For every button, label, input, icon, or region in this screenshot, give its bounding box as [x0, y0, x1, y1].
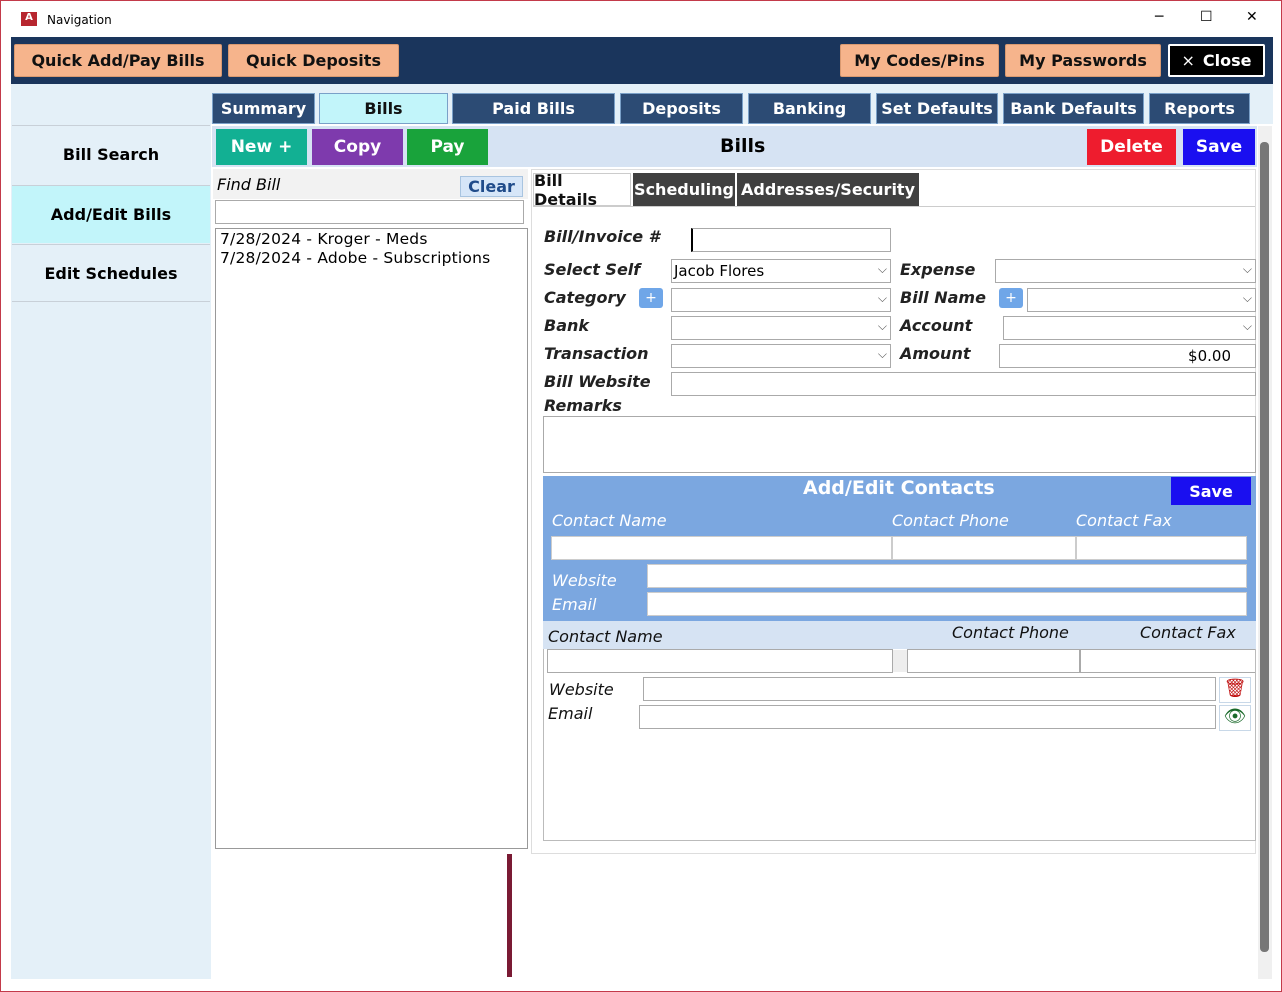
sidebar-item-bill-search[interactable]: Bill Search — [12, 125, 210, 183]
header-bar: Quick Add/Pay Bills Quick Deposits My Co… — [11, 37, 1273, 84]
bill-name-dropdown[interactable] — [1027, 287, 1256, 312]
list-contact-phone[interactable] — [907, 649, 1080, 673]
expense-label: Expense — [900, 260, 976, 279]
list-website-label: Website — [549, 680, 614, 699]
select-self-label: Select Self — [544, 260, 641, 279]
pay-button[interactable]: Pay — [407, 129, 488, 165]
tab-banking[interactable]: Banking — [748, 93, 871, 124]
bank-dropdown[interactable] — [671, 315, 891, 340]
select-self-dropdown[interactable]: Jacob Flores — [671, 258, 891, 283]
bill-website-input[interactable] — [671, 372, 1256, 396]
sidebar-item-add-edit-bills[interactable]: Add/Edit Bills — [12, 185, 210, 243]
contact-email-input[interactable] — [647, 592, 1247, 616]
save-contact-button[interactable]: Save — [1171, 477, 1251, 505]
clear-button[interactable]: Clear — [460, 176, 523, 197]
quick-add-pay-bills-button[interactable]: Quick Add/Pay Bills — [14, 44, 222, 77]
page-title: Bills — [720, 135, 766, 157]
account-label: Account — [900, 316, 973, 335]
bank-label: Bank — [544, 316, 590, 335]
vertical-scrollbar[interactable] — [1258, 126, 1272, 979]
quick-deposits-button[interactable]: Quick Deposits — [228, 44, 399, 77]
contact-email-label: Email — [552, 595, 597, 614]
tab-bills[interactable]: Bills — [319, 93, 448, 124]
category-label: Category — [544, 288, 626, 307]
close-label: Close — [1202, 51, 1252, 70]
view-contact-icon[interactable]: 👁 — [1219, 705, 1251, 731]
maximize-button[interactable]: ☐ — [1200, 9, 1213, 25]
row-spacer — [893, 650, 907, 672]
bill-website-label: Bill Website — [544, 372, 651, 391]
delete-button[interactable]: Delete — [1087, 129, 1176, 165]
bill-list[interactable]: 7/28/2024 - Kroger - Meds 7/28/2024 - Ad… — [215, 228, 528, 849]
sidebar-item-edit-schedules[interactable]: Edit Schedules — [12, 244, 210, 302]
list-contact-fax-label: Contact Fax — [1140, 623, 1236, 642]
contact-phone-label: Contact Phone — [892, 511, 1009, 530]
list-contact-fax[interactable] — [1080, 649, 1256, 673]
new-button[interactable]: New + — [216, 129, 307, 165]
window-title: Navigation — [47, 13, 112, 27]
list-contact-phone-label: Contact Phone — [952, 623, 1069, 642]
scrollbar-thumb[interactable] — [1260, 142, 1269, 952]
splitter-bar[interactable] — [507, 854, 512, 977]
amount-input[interactable]: $0.00 — [999, 344, 1256, 368]
invoice-input[interactable] — [691, 228, 891, 252]
transaction-dropdown[interactable] — [671, 343, 891, 368]
my-codes-pins-button[interactable]: My Codes/Pins — [840, 44, 999, 77]
tab-reports[interactable]: Reports — [1149, 93, 1250, 124]
list-email-input[interactable] — [639, 705, 1216, 729]
contact-name-label: Contact Name — [552, 511, 667, 530]
copy-button[interactable]: Copy — [312, 129, 403, 165]
list-contact-name-label: Contact Name — [548, 627, 663, 646]
close-button[interactable]: × Close — [1168, 44, 1265, 77]
contact-fax-input[interactable] — [1076, 536, 1247, 560]
invoice-label: Bill/Invoice # — [544, 227, 660, 246]
category-dropdown[interactable] — [671, 287, 891, 312]
list-email-label: Email — [548, 704, 593, 723]
find-bill-label: Find Bill — [217, 175, 281, 194]
bill-name-label: Bill Name — [900, 288, 986, 307]
list-item[interactable]: 7/28/2024 - Adobe - Subscriptions — [220, 249, 523, 268]
contacts-title: Add/Edit Contacts — [803, 477, 995, 499]
subtab-addresses-security[interactable]: Addresses/Security — [737, 173, 919, 206]
contact-fax-label: Contact Fax — [1076, 511, 1172, 530]
remarks-input[interactable] — [543, 416, 1256, 473]
delete-contact-icon[interactable]: 🗑 — [1219, 677, 1251, 703]
list-website-input[interactable] — [643, 677, 1216, 701]
access-app-icon: A — [21, 12, 37, 26]
add-bill-name-button[interactable]: + — [999, 288, 1023, 308]
add-category-button[interactable]: + — [639, 288, 663, 308]
app-window: A Navigation ─ ☐ ✕ Quick Add/Pay Bills Q… — [0, 0, 1282, 992]
tab-paid-bills[interactable]: Paid Bills — [452, 93, 615, 124]
remarks-label: Remarks — [544, 396, 622, 415]
contact-name-input[interactable] — [551, 536, 892, 560]
find-bill-input[interactable] — [215, 200, 524, 224]
tab-summary[interactable]: Summary — [212, 93, 315, 124]
close-icon: × — [1181, 51, 1195, 70]
minimize-button[interactable]: ─ — [1155, 9, 1163, 25]
account-dropdown[interactable] — [1003, 315, 1256, 340]
subtab-bill-details[interactable]: Bill Details — [533, 171, 631, 209]
subtab-scheduling[interactable]: Scheduling — [633, 173, 735, 206]
my-passwords-button[interactable]: My Passwords — [1005, 44, 1161, 77]
divider — [533, 206, 1255, 207]
save-button[interactable]: Save — [1183, 129, 1255, 165]
list-item[interactable]: 7/28/2024 - Kroger - Meds — [220, 230, 523, 249]
tab-bank-defaults[interactable]: Bank Defaults — [1003, 93, 1144, 124]
expense-dropdown[interactable] — [995, 258, 1256, 283]
close-window-button[interactable]: ✕ — [1246, 9, 1258, 25]
contact-website-label: Website — [552, 571, 617, 590]
tab-deposits[interactable]: Deposits — [620, 93, 743, 124]
contact-website-input[interactable] — [647, 564, 1247, 588]
contact-phone-input[interactable] — [892, 536, 1076, 560]
title-bar: A Navigation ─ ☐ ✕ — [1, 1, 1281, 37]
list-contact-name[interactable] — [547, 649, 893, 673]
amount-label: Amount — [900, 344, 971, 363]
transaction-label: Transaction — [544, 344, 649, 363]
tab-set-defaults[interactable]: Set Defaults — [876, 93, 998, 124]
